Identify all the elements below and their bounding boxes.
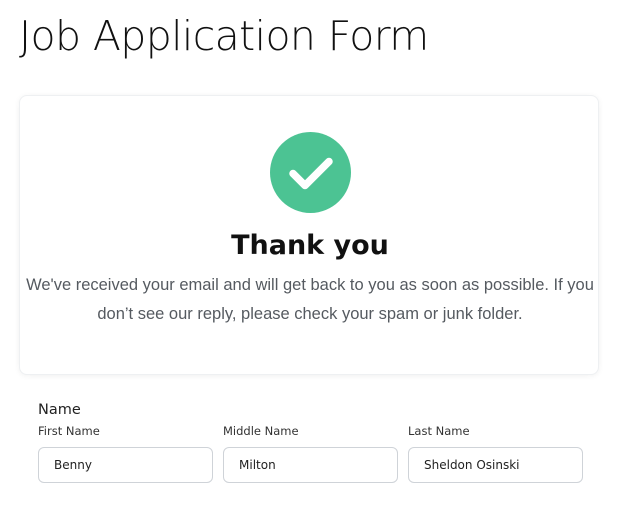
check-circle-icon (270, 132, 351, 213)
first-name-label: First Name (38, 424, 100, 438)
last-name-group: Last Name (408, 422, 583, 483)
name-section-label: Name (38, 402, 81, 418)
middle-name-group: Middle Name (223, 422, 398, 483)
confirmation-title: Thank you (231, 230, 389, 261)
last-name-label: Last Name (408, 424, 470, 438)
middle-name-label: Middle Name (223, 424, 299, 438)
last-name-input[interactable] (408, 447, 583, 483)
first-name-group: First Name (38, 422, 213, 483)
confirmation-message: We've received your email and will get b… (20, 271, 600, 329)
middle-name-input[interactable] (223, 447, 398, 483)
confirmation-card: Thank you We've received your email and … (19, 95, 599, 375)
first-name-input[interactable] (38, 447, 213, 483)
page-title: Job Application Form (19, 12, 429, 60)
confirmation-message-text: We've received your email and will get b… (26, 276, 594, 323)
